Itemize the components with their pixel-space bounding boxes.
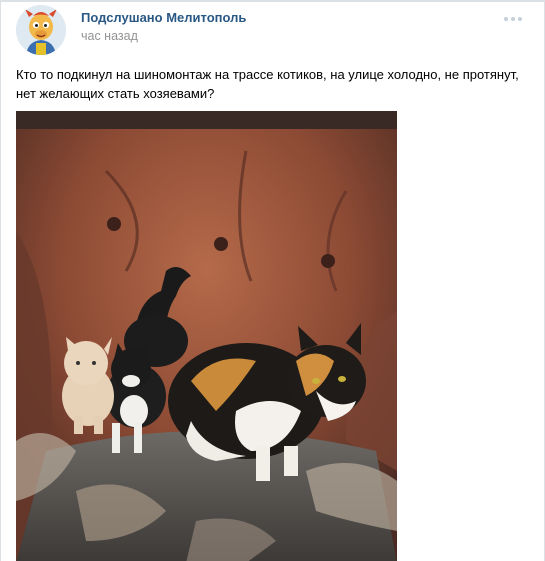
post-text: Кто то подкинул на шиномонтаж на трассе …: [16, 67, 519, 101]
post-time[interactable]: час назад: [81, 28, 138, 44]
post-photo[interactable]: [16, 111, 397, 561]
dot: [511, 17, 515, 21]
more-dots-icon[interactable]: [504, 14, 526, 24]
avatar-image: [16, 5, 66, 55]
avatar[interactable]: [16, 5, 66, 55]
kittens-on-armchair-photo: [16, 111, 397, 561]
post-author[interactable]: Подслушано Мелитополь: [81, 10, 246, 26]
wall-post: Подслушано Мелитополь час назад Кто то п…: [0, 0, 545, 561]
dot: [518, 17, 522, 21]
dot: [504, 17, 508, 21]
